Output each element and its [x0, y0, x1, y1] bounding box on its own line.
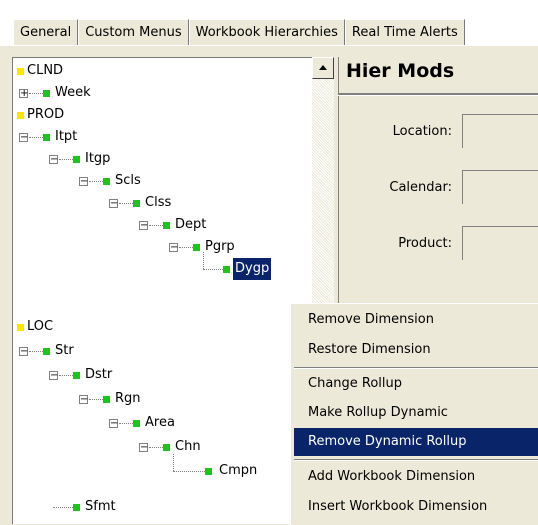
- tab-workbook-hierarchies[interactable]: Workbook Hierarchies: [188, 19, 345, 45]
- menu-item-make-rollup-dynamic[interactable]: Make Rollup Dynamic: [294, 399, 538, 427]
- level-icon: [103, 396, 110, 403]
- product-field[interactable]: [462, 226, 538, 260]
- menu-item-restore-dimension[interactable]: Restore Dimension: [294, 336, 538, 364]
- tree-connector: [29, 93, 43, 95]
- menu-separator: [294, 459, 538, 461]
- level-icon: [43, 90, 50, 97]
- menu-item-insert-workbook-dimension[interactable]: Insert Workbook Dimension: [294, 493, 538, 521]
- tree-connector: [59, 159, 73, 161]
- menu-item-remove-dynamic-rollup[interactable]: Remove Dynamic Rollup: [294, 428, 538, 456]
- tree-node-label: Cmpn: [219, 463, 258, 478]
- tree-node-label: LOC: [27, 319, 54, 334]
- dimension-icon: [17, 324, 24, 331]
- location-label: Location:: [392, 124, 452, 139]
- tree-node-label: Area: [145, 415, 175, 430]
- tab-underline: [0, 45, 538, 46]
- location-field[interactable]: [462, 114, 538, 148]
- expand-plus-icon[interactable]: +: [19, 89, 28, 99]
- collapse-minus-icon[interactable]: −: [79, 395, 88, 405]
- scroll-up-button[interactable]: [312, 57, 334, 79]
- tree-node-label: Itgp: [85, 151, 111, 166]
- tree-connector: [89, 181, 103, 183]
- tree-node-label: Dstr: [85, 367, 113, 382]
- level-icon: [73, 372, 80, 379]
- tree-connector: [29, 351, 43, 353]
- dimension-icon: [17, 112, 24, 119]
- menu-item-change-rollup[interactable]: Change Rollup: [294, 370, 538, 398]
- collapse-minus-icon[interactable]: −: [49, 371, 58, 381]
- tree-connector: [29, 137, 43, 139]
- tree-node-label: Itpt: [55, 129, 78, 144]
- hierarchy-tree[interactable]: CLND + Week PROD − Itpt − Itgp − Scls − …: [12, 57, 313, 524]
- collapse-minus-icon[interactable]: −: [139, 443, 148, 453]
- tree-node-label: Sfmt: [85, 499, 116, 514]
- collapse-minus-icon[interactable]: −: [49, 155, 58, 165]
- tree-node-label-selected: Dygp: [233, 258, 272, 280]
- tree-node-label: Dept: [175, 217, 207, 232]
- tab-general[interactable]: General: [13, 19, 79, 45]
- context-menu: Remove Dimension Restore Dimension Chang…: [290, 303, 538, 525]
- title-divider: [338, 93, 538, 96]
- level-icon: [163, 222, 170, 229]
- collapse-minus-icon[interactable]: −: [169, 243, 178, 253]
- tree-connector: [173, 454, 175, 471]
- level-icon: [223, 266, 230, 273]
- tree-connector: [119, 423, 133, 425]
- collapse-minus-icon[interactable]: −: [109, 419, 118, 429]
- level-icon: [43, 348, 50, 355]
- collapse-minus-icon[interactable]: −: [19, 347, 28, 357]
- tree-node-label: Pgrp: [205, 239, 235, 254]
- tree-node-label: Clss: [145, 195, 172, 210]
- menu-item-remove-dimension[interactable]: Remove Dimension: [294, 306, 538, 334]
- calendar-label: Calendar:: [389, 180, 452, 195]
- tree-node-label: Chn: [175, 439, 201, 454]
- tab-custom-menus[interactable]: Custom Menus: [78, 19, 189, 45]
- tree-node-label: Scls: [115, 173, 141, 188]
- tree-connector: [173, 471, 205, 473]
- tree-connector: [119, 203, 133, 205]
- tab-bar: General Custom Menus Workbook Hierarchie…: [0, 0, 538, 46]
- tree-node-label: Rgn: [115, 391, 141, 406]
- level-icon: [133, 420, 140, 427]
- tree-connector: [203, 269, 223, 271]
- tree-node-label: CLND: [27, 63, 64, 78]
- tree-connector: [203, 252, 205, 269]
- tree-node-label: Week: [55, 85, 91, 100]
- tabs: General Custom Menus Workbook Hierarchie…: [13, 19, 465, 45]
- tab-real-time-alerts[interactable]: Real Time Alerts: [344, 19, 465, 45]
- level-icon: [133, 200, 140, 207]
- calendar-field[interactable]: [462, 170, 538, 204]
- tree-connector: [59, 375, 73, 377]
- collapse-minus-icon[interactable]: −: [79, 177, 88, 187]
- level-icon: [43, 134, 50, 141]
- tree-connector: [179, 247, 193, 249]
- level-icon: [73, 156, 80, 163]
- level-icon: [205, 468, 212, 475]
- tree-connector: [53, 507, 73, 509]
- product-label: Product:: [398, 236, 452, 251]
- panel-title: Hier Mods: [346, 60, 455, 82]
- tree-connector: [149, 225, 163, 227]
- tree-connector: [89, 399, 103, 401]
- menu-separator: [294, 367, 538, 369]
- collapse-minus-icon[interactable]: −: [19, 133, 28, 143]
- dimension-icon: [17, 68, 24, 75]
- level-icon: [163, 444, 170, 451]
- level-icon: [103, 178, 110, 185]
- tree-connector: [149, 447, 163, 449]
- tree-node-label: Str: [55, 343, 74, 358]
- menu-item-add-workbook-dimension[interactable]: Add Workbook Dimension: [294, 463, 538, 491]
- collapse-minus-icon[interactable]: −: [109, 199, 118, 209]
- level-icon: [193, 244, 200, 251]
- level-icon: [73, 504, 80, 511]
- tree-node-label: PROD: [27, 107, 65, 122]
- collapse-minus-icon[interactable]: −: [139, 221, 148, 231]
